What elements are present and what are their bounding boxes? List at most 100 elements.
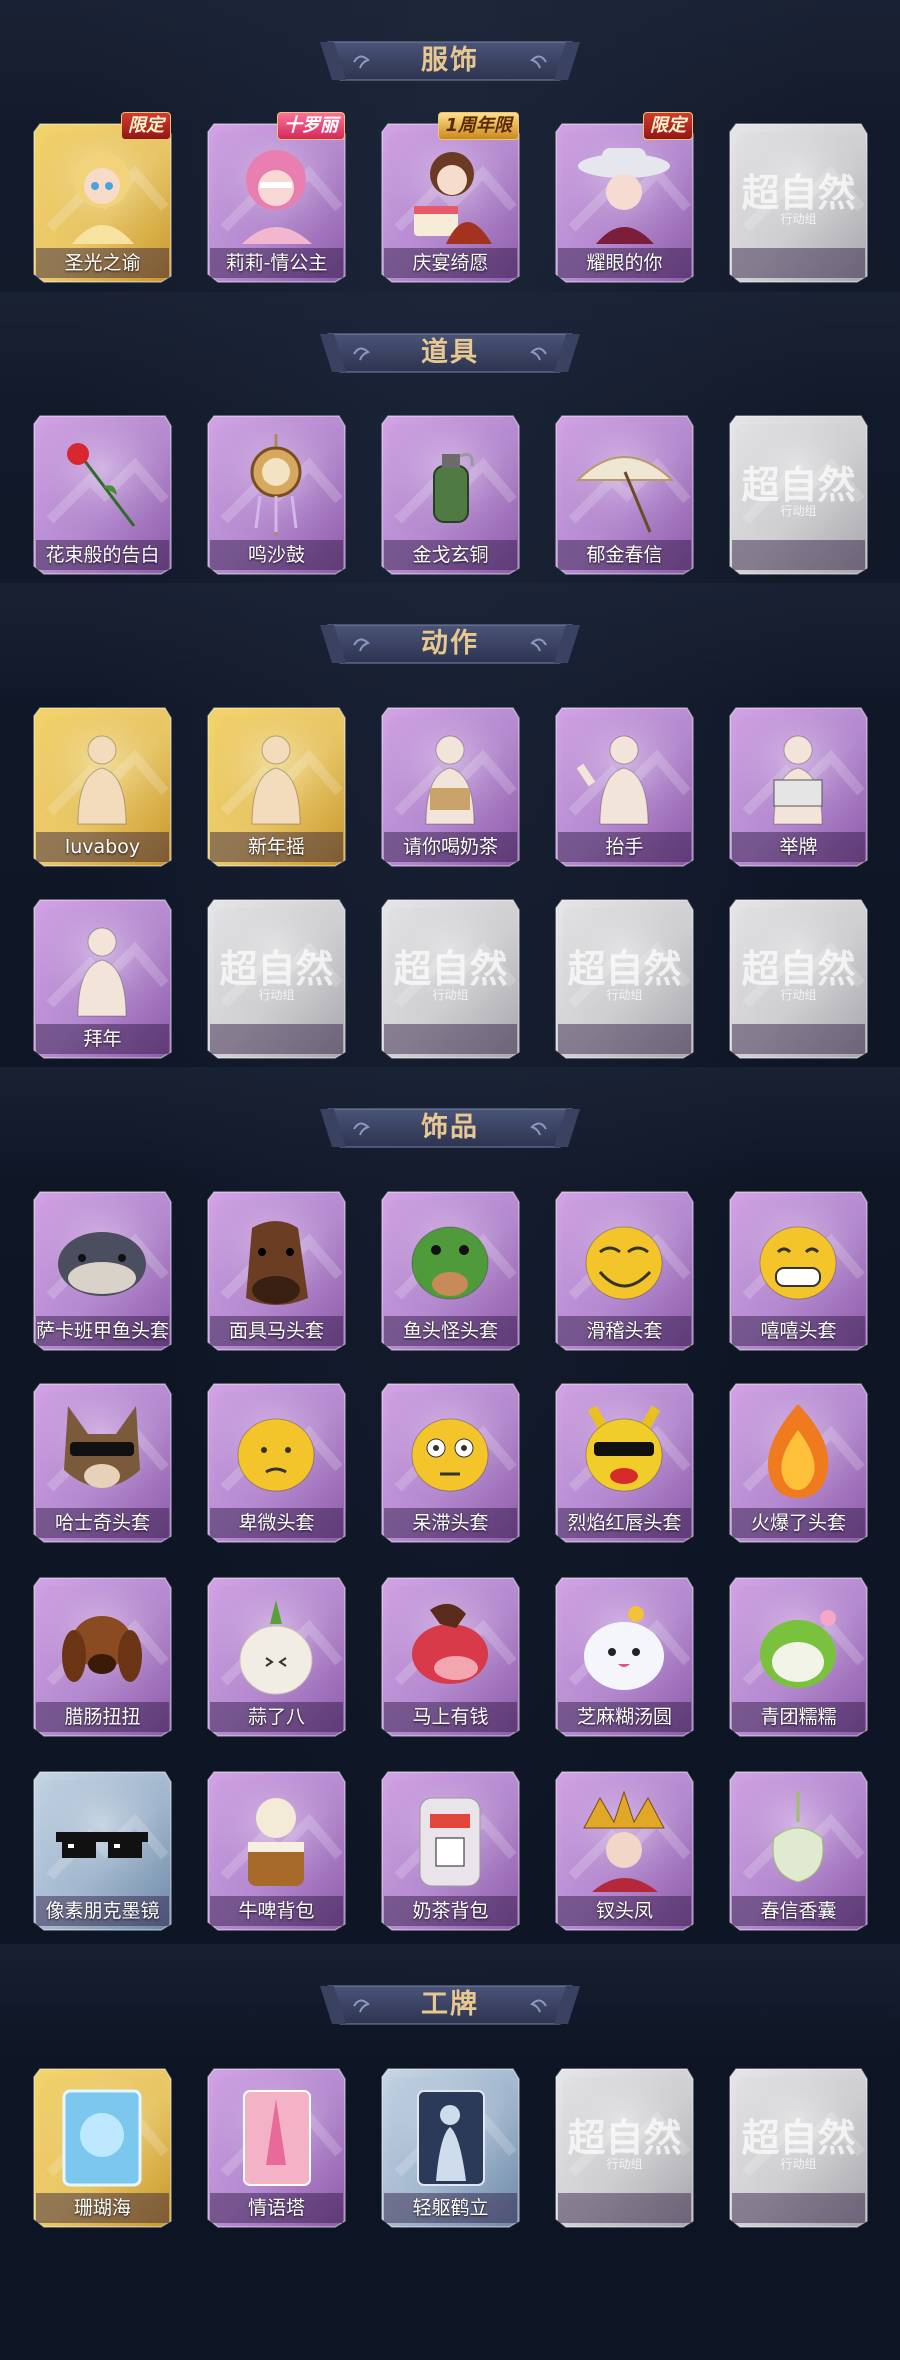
item-card[interactable]: 奶茶背包 — [378, 1766, 523, 1934]
section-title: 服饰 — [421, 45, 479, 76]
item-name: 蒜了八 — [247, 1706, 305, 1728]
item-card[interactable]: 鸣沙鼓 — [204, 410, 349, 578]
pose-raise-hand-icon — [570, 724, 679, 829]
pikachu-lips-icon — [570, 1400, 679, 1505]
item-name: 钗头凤 — [595, 1900, 653, 1922]
item-card[interactable]: 钗头凤 — [552, 1766, 697, 1934]
item-card[interactable]: 腊肠扭扭 — [30, 1572, 175, 1740]
humble-face-icon — [222, 1400, 331, 1505]
item-card[interactable]: 像素朋克墨镜 — [30, 1766, 175, 1934]
item-card[interactable]: 牛啤背包 — [204, 1766, 349, 1934]
item-name: 庆宴绮愿 — [412, 252, 489, 274]
item-card[interactable]: 卑微头套 — [204, 1378, 349, 1546]
item-name: 鸣沙鼓 — [247, 544, 305, 566]
coral-sea-card-icon — [48, 2085, 157, 2190]
item-card[interactable]: 蒜了八 — [204, 1572, 349, 1740]
item-card[interactable]: 新年摇 — [204, 702, 349, 870]
item-card[interactable]: 马上有钱 — [378, 1572, 523, 1740]
pose-greeting-icon — [48, 916, 157, 1021]
fish-head-icon — [48, 1208, 157, 1313]
item-card[interactable]: 芝麻糊汤圆 — [552, 1572, 697, 1740]
placeholder-subtitle: 行动组 — [780, 504, 817, 518]
item-name: 呆滞头套 — [412, 1512, 489, 1534]
item-name: 郁金春信 — [586, 544, 663, 566]
item-card[interactable]: 请你喝奶茶 — [378, 702, 523, 870]
item-card[interactable]: 情语塔 — [204, 2063, 349, 2231]
silhouette-card-icon — [396, 2085, 505, 2190]
section-title: 道具 — [421, 337, 479, 368]
item-card[interactable]: 鱼头怪头套 — [378, 1186, 523, 1354]
item-card[interactable]: 超自然 行动组 — [552, 2063, 697, 2231]
item-card[interactable]: 烈焰红唇头套 — [552, 1378, 697, 1546]
item-card[interactable]: 举牌 — [726, 702, 871, 870]
item-card[interactable]: 滑稽头套 — [552, 1186, 697, 1354]
placeholder-subtitle: 行动组 — [780, 2157, 817, 2171]
item-card[interactable]: 面具马头套 — [204, 1186, 349, 1354]
item-card[interactable]: 郁金春信 — [552, 410, 697, 578]
item-card[interactable]: 轻躯鹤立 — [378, 2063, 523, 2231]
placeholder-logo: 超自然 — [393, 947, 508, 991]
limited-badge: 1周年限 — [438, 112, 519, 140]
item-card[interactable]: 莉莉-情公主 十罗丽 — [204, 112, 349, 286]
section-banner: 工牌 — [320, 1982, 580, 2028]
placeholder-logo: 超自然 — [567, 2116, 682, 2160]
item-name: 请你喝奶茶 — [402, 836, 498, 858]
item-card[interactable]: 花束般的告白 — [30, 410, 175, 578]
item-name: 耀眼的你 — [586, 252, 663, 274]
dachshund-icon — [48, 1594, 157, 1699]
item-card[interactable]: luvaboy — [30, 702, 175, 870]
sachet-icon — [744, 1788, 853, 1893]
fire-face-icon — [744, 1400, 853, 1505]
item-card[interactable]: 超自然 行动组 — [726, 118, 871, 286]
item-card[interactable]: 抬手 — [552, 702, 697, 870]
cow-beer-backpack-icon — [222, 1788, 331, 1893]
limited-badge: 十罗丽 — [277, 112, 345, 140]
item-card[interactable]: 青团糯糯 — [726, 1572, 871, 1740]
pose-shake-icon — [222, 724, 331, 829]
phoenix-crown-icon — [570, 1788, 679, 1893]
limited-badge: 限定 — [121, 112, 171, 140]
item-card[interactable]: 呆滞头套 — [378, 1378, 523, 1546]
item-card[interactable]: 珊瑚海 — [30, 2063, 175, 2231]
item-name: luvaboy — [64, 836, 141, 858]
item-card[interactable]: 耀眼的你 限定 — [552, 112, 697, 286]
item-card[interactable]: 圣光之谕 限定 — [30, 112, 175, 286]
item-name: 萨卡班甲鱼头套 — [35, 1320, 169, 1342]
pose-milk-tea-icon — [396, 724, 505, 829]
item-name: 滑稽头套 — [586, 1320, 663, 1342]
item-card[interactable]: 火爆了头套 — [726, 1378, 871, 1546]
item-name: 金戈玄铜 — [412, 544, 489, 566]
item-card[interactable]: 超自然 行动组 — [726, 2063, 871, 2231]
item-card[interactable]: 嘻嘻头套 — [726, 1186, 871, 1354]
placeholder-subtitle: 行动组 — [258, 988, 295, 1002]
pink-princess-icon — [222, 140, 331, 245]
item-name: 圣光之谕 — [64, 252, 141, 274]
item-card[interactable]: 超自然 行动组 — [204, 894, 349, 1062]
placeholder-subtitle: 行动组 — [606, 2157, 643, 2171]
placeholder-subtitle: 行动组 — [780, 988, 817, 1002]
item-name: 卑微头套 — [238, 1512, 315, 1534]
item-card[interactable]: 哈士奇头套 — [30, 1378, 175, 1546]
red-horse-icon — [396, 1594, 505, 1699]
item-card[interactable]: 庆宴绮愿 1周年限 — [378, 112, 523, 286]
item-card[interactable]: 超自然 行动组 — [378, 894, 523, 1062]
party-cake-girl-icon — [396, 140, 505, 245]
placeholder-subtitle: 行动组 — [432, 988, 469, 1002]
section-banner: 服饰 — [320, 38, 580, 84]
section-banner: 动作 — [320, 621, 580, 667]
item-card[interactable]: 拜年 — [30, 894, 175, 1062]
pixel-sunglasses-icon — [48, 1788, 157, 1893]
item-card[interactable]: 金戈玄铜 — [378, 410, 523, 578]
item-card[interactable]: 春信香囊 — [726, 1766, 871, 1934]
placeholder-logo: 超自然 — [219, 947, 334, 991]
item-card[interactable]: 超自然 行动组 — [726, 894, 871, 1062]
paper-umbrella-icon — [570, 432, 679, 537]
pose-heart-icon — [48, 724, 157, 829]
dumpling-icon — [570, 1594, 679, 1699]
pose-hold-sign-icon — [744, 724, 853, 829]
item-card[interactable]: 萨卡班甲鱼头套 — [30, 1186, 175, 1354]
section-title: 饰品 — [421, 1112, 479, 1143]
item-card[interactable]: 超自然 行动组 — [726, 410, 871, 578]
item-card[interactable]: 超自然 行动组 — [552, 894, 697, 1062]
item-name: 珊瑚海 — [73, 2197, 131, 2219]
